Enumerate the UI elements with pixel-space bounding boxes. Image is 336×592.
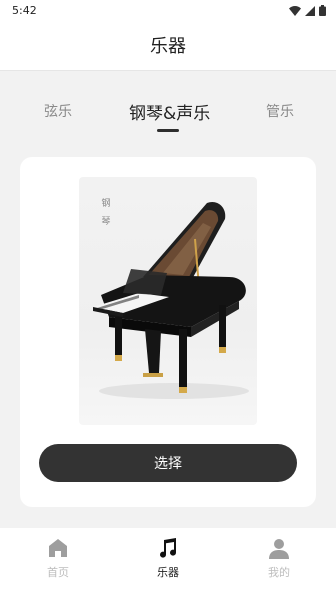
cellular-signal-icon: [305, 5, 315, 16]
grand-piano-illustration: [93, 201, 249, 399]
nav-item-instruments[interactable]: 乐器: [138, 536, 198, 580]
tab-wind[interactable]: 管乐: [266, 101, 294, 121]
app-bar: 乐器: [0, 22, 336, 71]
nav-label-profile: 我的: [268, 566, 290, 579]
nav-label-home: 首页: [47, 566, 69, 579]
nav-item-home[interactable]: 首页: [28, 536, 88, 580]
bottom-nav: 首页 乐器 我的: [0, 528, 336, 592]
wifi-icon: [289, 5, 301, 16]
instrument-card: 钢 琴 选择: [20, 157, 316, 507]
nav-item-profile[interactable]: 我的: [249, 536, 309, 580]
status-icons: [289, 5, 326, 16]
status-bar: 5:42: [0, 0, 336, 22]
home-icon: [49, 539, 67, 557]
battery-icon: [319, 5, 326, 16]
tab-piano-vocal[interactable]: 钢琴&声乐: [129, 99, 210, 124]
person-icon: [269, 539, 289, 559]
tab-indicator: [157, 129, 179, 132]
nav-label-instruments: 乐器: [157, 566, 179, 579]
category-tabs: 弦乐 钢琴&声乐 管乐: [0, 95, 336, 135]
page-title: 乐器: [150, 36, 186, 57]
tab-strings[interactable]: 弦乐: [44, 101, 72, 121]
piano-image: 钢 琴: [79, 177, 257, 425]
select-button[interactable]: 选择: [39, 444, 297, 482]
status-time: 5:42: [12, 4, 37, 17]
music-note-icon: [160, 538, 177, 558]
